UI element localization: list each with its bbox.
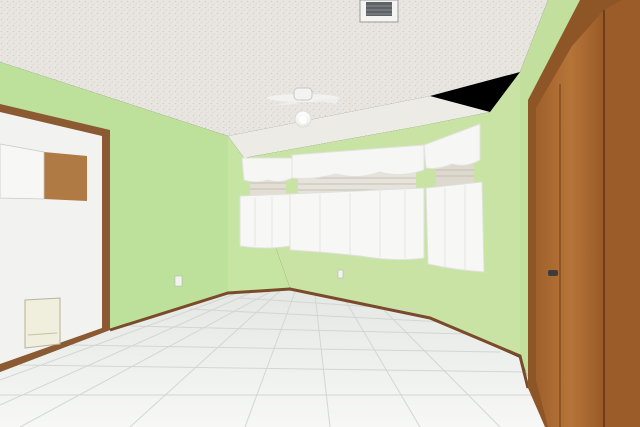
wall-outlet-back: [337, 269, 344, 279]
closet-door-knob[interactable]: [548, 270, 558, 276]
room-photo: [0, 0, 640, 427]
cork-board: [44, 152, 87, 201]
entry-door[interactable]: [0, 104, 110, 372]
ceiling-vent: [359, 0, 399, 23]
whiteboard: [0, 143, 45, 200]
valance-left: [241, 157, 293, 183]
curtain-right: [425, 181, 485, 273]
curtain-left: [239, 193, 291, 249]
pet-door-flap[interactable]: [24, 297, 61, 349]
closet-door-right[interactable]: [604, 0, 640, 427]
wall-outlet: [174, 275, 183, 287]
curtain-center: [289, 187, 425, 261]
